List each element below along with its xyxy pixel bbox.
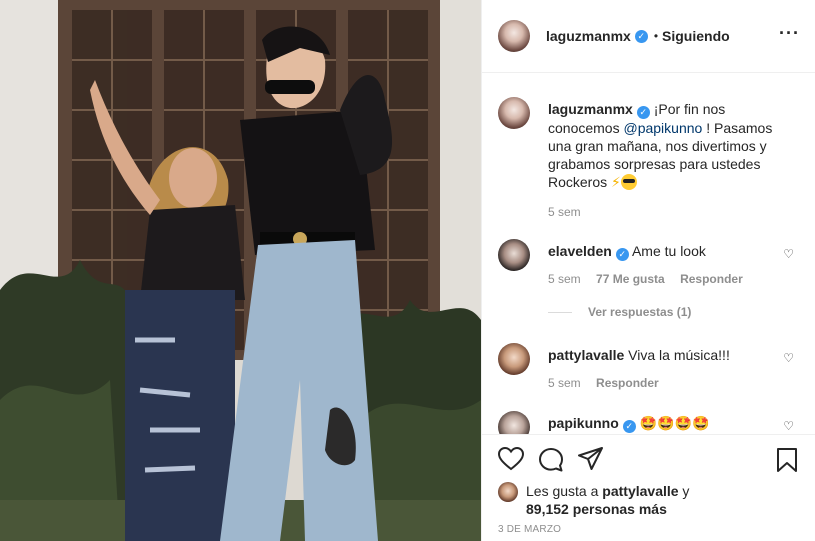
liker-avatar[interactable] — [498, 482, 518, 502]
like-comment-heart-icon[interactable]: ♡ — [783, 419, 794, 433]
caption: laguzmanmx ✓ ¡Por fin nos conocemos @papi… — [498, 97, 798, 227]
following-button[interactable]: Siguiendo — [662, 28, 730, 44]
view-replies-label: Ver respuestas (1) — [588, 305, 692, 319]
comment-text: elavelden ✓ Ame tu look — [548, 242, 788, 261]
commenter-avatar[interactable] — [498, 411, 530, 434]
verified-badge-icon: ✓ — [634, 29, 648, 43]
likes-prefix: Les gusta a — [526, 483, 603, 499]
post-photo[interactable] — [0, 0, 481, 541]
comment-meta: 5 sem Responder — [548, 376, 671, 390]
view-replies-button[interactable]: Ver respuestas (1) — [548, 305, 691, 319]
likes-count[interactable]: 89,152 personas más — [526, 501, 667, 517]
comment-username[interactable]: papikunno — [548, 415, 619, 431]
comment: papikunno ✓ 🤩🤩🤩🤩 ♡ — [498, 411, 798, 434]
comment: pattylavalle Viva la música!!! ♡ 5 sem R… — [498, 343, 798, 403]
commenter-avatar[interactable] — [498, 343, 530, 375]
comment-text: pattylavalle Viva la música!!! — [548, 346, 788, 364]
mention-link[interactable]: @papikunno — [623, 120, 702, 136]
separator-dot: • — [653, 29, 659, 43]
comment-body: Ame tu look — [631, 243, 706, 259]
verified-badge-icon: ✓ — [615, 248, 629, 261]
ellipsis-icon[interactable]: ··· — [779, 24, 800, 42]
verified-badge-icon: ✓ — [622, 420, 636, 433]
reply-button[interactable]: Responder — [680, 272, 743, 286]
save-bookmark-icon[interactable] — [776, 447, 798, 473]
comment-time[interactable]: 5 sem — [548, 376, 581, 390]
comment-body: 🤩🤩🤩🤩 — [639, 415, 710, 431]
post-actions: Les gusta a pattylavalle y 89,152 person… — [482, 434, 815, 541]
liker-username[interactable]: pattylavalle — [602, 483, 678, 499]
post-header: laguzmanmx ✓ • Siguiendo ··· — [482, 0, 815, 73]
commenter-avatar[interactable] — [498, 239, 530, 271]
comment-likes[interactable]: 77 Me gusta — [596, 272, 665, 286]
comment-body: Viva la música!!! — [628, 347, 730, 363]
comment-username[interactable]: pattylavalle — [548, 347, 624, 363]
author-username[interactable]: laguzmanmx — [546, 28, 631, 44]
post-date[interactable]: 3 DE MARZO — [498, 524, 561, 535]
author-avatar[interactable] — [498, 20, 530, 52]
comment: elavelden ✓ Ame tu look ♡ 5 sem 77 Me gus… — [498, 239, 798, 329]
comment-username[interactable]: elavelden — [548, 243, 612, 259]
reply-button[interactable]: Responder — [596, 376, 659, 390]
caption-time[interactable]: 5 sem — [548, 205, 581, 219]
sunglasses-emoji-icon — [620, 174, 637, 190]
post-image — [0, 0, 481, 541]
replies-divider — [548, 311, 572, 313]
verified-badge-icon: ✓ — [636, 106, 650, 119]
likes-suffix: y — [678, 483, 690, 499]
lightning-emoji-icon: ⚡ — [611, 174, 621, 190]
like-comment-heart-icon[interactable]: ♡ — [783, 351, 794, 365]
caption-username[interactable]: laguzmanmx — [548, 101, 633, 117]
caption-text: laguzmanmx ✓ ¡Por fin nos conocemos @papi… — [548, 100, 788, 191]
comments-list[interactable]: laguzmanmx ✓ ¡Por fin nos conocemos @papi… — [482, 73, 815, 434]
share-paper-plane-icon[interactable] — [578, 447, 604, 471]
comment-meta: 5 sem 77 Me gusta Responder — [548, 272, 755, 286]
like-heart-icon[interactable] — [498, 447, 524, 471]
comment-time[interactable]: 5 sem — [548, 272, 581, 286]
author-avatar[interactable] — [498, 97, 530, 129]
comment-bubble-icon[interactable] — [538, 447, 564, 473]
like-comment-heart-icon[interactable]: ♡ — [783, 247, 794, 261]
post-modal: laguzmanmx ✓ • Siguiendo ··· laguzmanmx ✓… — [0, 0, 815, 541]
likes-text: Les gusta a pattylavalle y 89,152 person… — [526, 482, 796, 518]
post-sidebar: laguzmanmx ✓ • Siguiendo ··· laguzmanmx ✓… — [481, 0, 815, 541]
comment-text: papikunno ✓ 🤩🤩🤩🤩 — [548, 414, 788, 433]
caption-meta: 5 sem — [548, 205, 593, 219]
